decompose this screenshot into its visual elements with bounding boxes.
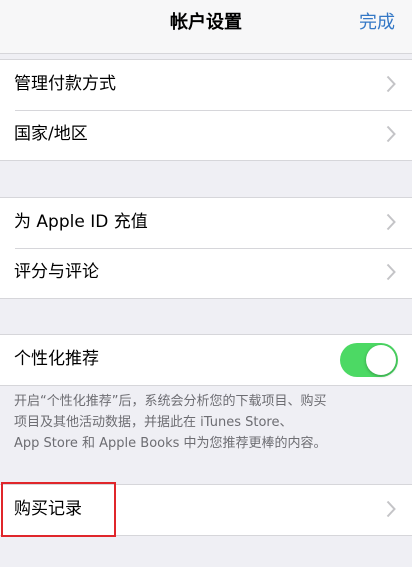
manage-payment-row[interactable]: 管理付款方式 bbox=[0, 60, 412, 110]
personalized-recommendations-toggle[interactable] bbox=[340, 343, 398, 377]
chevron-right-icon bbox=[386, 500, 396, 518]
chevron-right-icon bbox=[386, 125, 396, 143]
personalized-recommendations-row: 个性化推荐 bbox=[0, 335, 412, 385]
manage-payment-label: 管理付款方式 bbox=[14, 74, 116, 94]
personalization-group: 个性化推荐 bbox=[0, 334, 412, 386]
topup-rating-group: 为 Apple ID 充值 评分与评论 bbox=[0, 197, 412, 299]
page-title: 帐户设置 bbox=[170, 12, 242, 33]
payment-region-group: 管理付款方式 国家/地区 bbox=[0, 59, 412, 161]
footnote-line: 开启“个性化推荐”后，系统会分析您的下载项目、购买 bbox=[14, 394, 327, 409]
personalization-footnote: 开启“个性化推荐”后，系统会分析您的下载项目、购买 项目及其他活动数据，并据此在… bbox=[14, 391, 404, 454]
done-button[interactable]: 完成 bbox=[359, 11, 395, 35]
toggle-knob bbox=[366, 345, 396, 375]
chevron-right-icon bbox=[386, 213, 396, 231]
navigation-bar: 帐户设置 完成 bbox=[0, 0, 412, 54]
footnote-line: 项目及其他活动数据，并据此在 iTunes Store、 bbox=[14, 415, 293, 430]
purchase-history-highlight-box bbox=[1, 482, 116, 537]
ratings-reviews-row[interactable]: 评分与评论 bbox=[0, 248, 412, 298]
chevron-right-icon bbox=[386, 75, 396, 93]
personalized-recommendations-label: 个性化推荐 bbox=[14, 349, 99, 369]
ratings-reviews-label: 评分与评论 bbox=[14, 262, 99, 282]
country-region-label: 国家/地区 bbox=[14, 124, 88, 144]
chevron-right-icon bbox=[386, 263, 396, 281]
apple-id-topup-row[interactable]: 为 Apple ID 充值 bbox=[0, 198, 412, 248]
apple-id-topup-label: 为 Apple ID 充值 bbox=[14, 212, 148, 232]
footnote-line: App Store 和 Apple Books 中为您推荐更棒的内容。 bbox=[14, 436, 327, 451]
country-region-row[interactable]: 国家/地区 bbox=[0, 110, 412, 160]
